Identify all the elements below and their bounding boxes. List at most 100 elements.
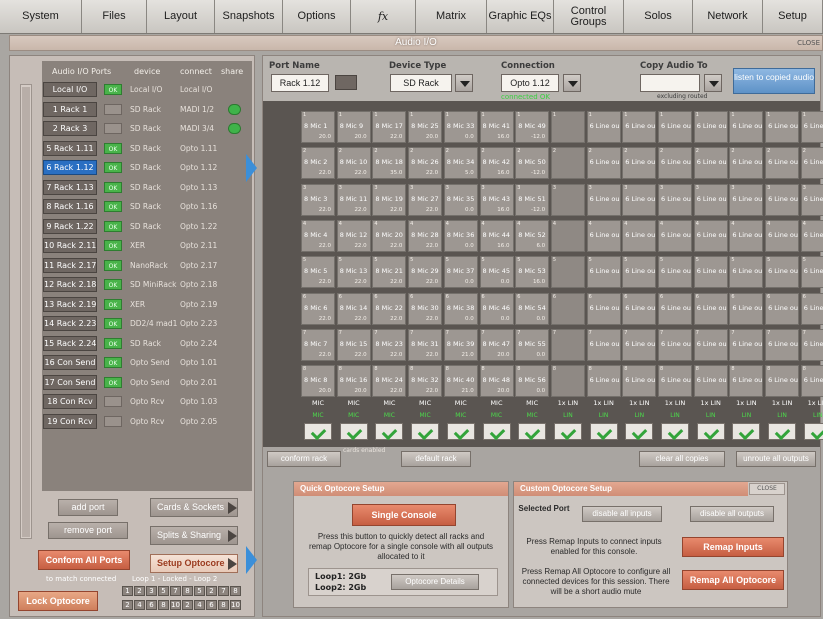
channel-cell[interactable]: 7 8 Mic 23 22.0	[372, 328, 407, 361]
device-type-field[interactable]: SD Rack	[390, 74, 452, 92]
channel-cell[interactable]: 2 8 Mic 2 22.0	[301, 147, 335, 180]
channel-cell[interactable]: 1 6 Line ou	[693, 111, 728, 143]
connection-field[interactable]: Opto 1.12	[501, 74, 559, 92]
channel-cell[interactable]: 8 8 Mic 48 20.0	[479, 365, 514, 398]
tab-matrix[interactable]: Matrix	[416, 0, 487, 33]
channel-cell[interactable]: 8 6 Line ou	[586, 365, 621, 398]
port-row[interactable]: 18 Con Rcv Opto Rcv Opto 1.03	[42, 393, 252, 411]
column-enable-checkbox[interactable]	[661, 423, 689, 440]
channel-cell[interactable]: 3	[550, 183, 585, 216]
channel-cell[interactable]: 1 6 Line ou	[729, 111, 764, 143]
channel-cell[interactable]: 5 8 Mic 37 0.0	[443, 256, 478, 289]
channel-cell[interactable]: 7 6 Line ou	[800, 328, 823, 361]
port-button[interactable]: 19 Con Rcv	[43, 413, 97, 429]
channel-cell[interactable]: 3 8 Mic 3 22.0	[301, 183, 335, 216]
channel-cell[interactable]: 5 6 Line ou	[586, 256, 621, 289]
port-button[interactable]: 15 Rack 2.24	[43, 335, 97, 351]
tab-network[interactable]: Network	[693, 0, 763, 33]
keyboard-icon[interactable]	[335, 75, 357, 90]
channel-cell[interactable]: 8 6 Line ou	[765, 365, 800, 398]
port-button[interactable]: 1 Rack 1	[43, 101, 97, 117]
column-enable-checkbox[interactable]	[732, 423, 761, 440]
channel-cell[interactable]: 5 8 Mic 45 0.0	[479, 256, 514, 289]
channel-cell[interactable]: 1 6 Line ou	[586, 111, 621, 143]
column-enable-checkbox[interactable]	[553, 423, 582, 440]
channel-cell[interactable]: 7 6 Line ou	[658, 328, 692, 361]
channel-cell[interactable]: 1 8 Mic 33 0.0	[443, 111, 478, 143]
port-button[interactable]: 2 Rack 3	[43, 121, 97, 136]
remap-all-optocore-button[interactable]: Remap All Optocore	[682, 570, 784, 590]
channel-cell[interactable]: 2 6 Line ou	[693, 147, 728, 180]
column-enable-checkbox[interactable]	[411, 423, 440, 440]
channel-cell[interactable]: 4 8 Mic 28 22.0	[408, 219, 443, 252]
channel-cell[interactable]: 4 8 Mic 4 22.0	[301, 219, 335, 252]
channel-cell[interactable]: 7	[550, 328, 585, 361]
ports-scrollbar[interactable]	[20, 84, 32, 539]
channel-cell[interactable]: 2 6 Line ou	[658, 147, 692, 180]
cards-sockets-button[interactable]: Cards & Sockets	[150, 498, 238, 517]
channel-cell[interactable]: 1 6 Line ou	[622, 111, 657, 143]
port-button[interactable]: Local I/O	[43, 82, 97, 97]
port-row[interactable]: 16 Con Send OK Opto Send Opto 1.01	[42, 354, 252, 372]
channel-cell[interactable]: 1 8 Mic 49 -12.0	[515, 111, 550, 143]
port-row[interactable]: 17 Con Send OK Opto Send Opto 2.01	[42, 374, 252, 392]
port-row[interactable]: 11 Rack 2.17 OK NanoRack Opto 2.17	[42, 257, 252, 275]
channel-cell[interactable]: 1 8 Mic 41 16.0	[479, 111, 514, 143]
channel-cell[interactable]: 3 6 Line ou	[800, 183, 823, 216]
unroute-all-outputs-button[interactable]: unroute all outputs	[736, 451, 816, 467]
scroll-thumb[interactable]	[22, 87, 30, 537]
port-button[interactable]: 10 Rack 2.11	[43, 238, 97, 253]
port-row[interactable]: 12 Rack 2.18 OK SD MiniRack Opto 2.18	[42, 276, 252, 294]
channel-cell[interactable]: 7 6 Line ou	[586, 328, 621, 361]
port-button[interactable]: 16 Con Send	[43, 355, 97, 370]
channel-cell[interactable]: 3 6 Line ou	[765, 183, 800, 216]
channel-cell[interactable]: 5 6 Line ou	[800, 256, 823, 289]
column-enable-checkbox[interactable]	[803, 423, 823, 440]
channel-cell[interactable]: 5 8 Mic 53 16.0	[515, 256, 550, 289]
conform-rack-button[interactable]: conform rack	[267, 451, 341, 467]
setup-optocore-button[interactable]: Setup Optocore	[150, 554, 238, 573]
channel-cell[interactable]: 3 8 Mic 35 0.0	[443, 183, 478, 216]
channel-cell[interactable]: 2 8 Mic 26 22.0	[408, 147, 443, 180]
column-enable-checkbox[interactable]	[589, 423, 618, 440]
channel-cell[interactable]: 8 6 Line ou	[622, 365, 657, 398]
port-row[interactable]: Local I/O OK Local I/O Local I/O	[42, 81, 252, 99]
channel-cell[interactable]: 7 8 Mic 39 21.0	[443, 328, 478, 361]
port-row[interactable]: 13 Rack 2.19 OK XER Opto 2.19	[42, 296, 252, 314]
channel-cell[interactable]: 4 8 Mic 44 16.0	[479, 219, 514, 252]
column-enable-checkbox[interactable]	[696, 423, 725, 440]
channel-cell[interactable]: 3 8 Mic 19 22.0	[372, 183, 407, 216]
tab-system[interactable]: System	[0, 0, 82, 33]
channel-cell[interactable]: 2 8 Mic 18 35.0	[372, 147, 407, 180]
column-enable-checkbox[interactable]	[375, 423, 404, 440]
port-button[interactable]: 13 Rack 2.19	[43, 296, 97, 312]
port-row[interactable]: 2 Rack 3 SD Rack MADI 3/4	[42, 120, 252, 138]
channel-cell[interactable]: 4 8 Mic 36 0.0	[443, 219, 478, 252]
channel-cell[interactable]: 1 6 Line ou	[800, 111, 823, 143]
channel-cell[interactable]: 4 8 Mic 12 22.0	[336, 219, 371, 252]
channel-cell[interactable]: 8 8 Mic 40 21.0	[443, 365, 478, 398]
splits-sharing-button[interactable]: Splits & Sharing	[150, 526, 238, 545]
channel-cell[interactable]: 5 6 Line ou	[729, 256, 764, 289]
channel-cell[interactable]: 3 6 Line ou	[658, 183, 692, 216]
port-row[interactable]: 19 Con Rcv Opto Rcv Opto 2.05	[42, 413, 252, 431]
channel-cell[interactable]: 3 6 Line ou	[693, 183, 728, 216]
channel-cell[interactable]: 2 6 Line ou	[800, 147, 823, 180]
channel-cell[interactable]: 1 8 Mic 9 20.0	[336, 111, 371, 143]
port-row[interactable]: 5 Rack 1.11 OK SD Rack Opto 1.11	[42, 140, 252, 158]
column-enable-checkbox[interactable]	[446, 423, 475, 440]
channel-cell[interactable]: 8 8 Mic 8 20.0	[301, 365, 335, 398]
channel-cell[interactable]: 2 8 Mic 10 22.0	[336, 147, 371, 180]
channel-cell[interactable]: 7 6 Line ou	[693, 328, 728, 361]
channel-cell[interactable]: 6 8 Mic 14 22.0	[336, 292, 371, 325]
channel-cell[interactable]: 8	[550, 365, 585, 398]
channel-cell[interactable]: 8 8 Mic 24 22.0	[372, 365, 407, 398]
column-enable-checkbox[interactable]	[304, 423, 332, 440]
channel-cell[interactable]: 5 8 Mic 21 22.0	[372, 256, 407, 289]
port-button[interactable]: 6 Rack 1.12	[43, 160, 97, 175]
channel-cell[interactable]: 6	[550, 292, 585, 325]
channel-cell[interactable]: 5 8 Mic 5 22.0	[301, 256, 335, 289]
channel-cell[interactable]: 7 6 Line ou	[622, 328, 657, 361]
optocore-details-button[interactable]: Optocore Details	[391, 574, 479, 590]
custom-close-button[interactable]: CLOSE	[749, 483, 785, 495]
